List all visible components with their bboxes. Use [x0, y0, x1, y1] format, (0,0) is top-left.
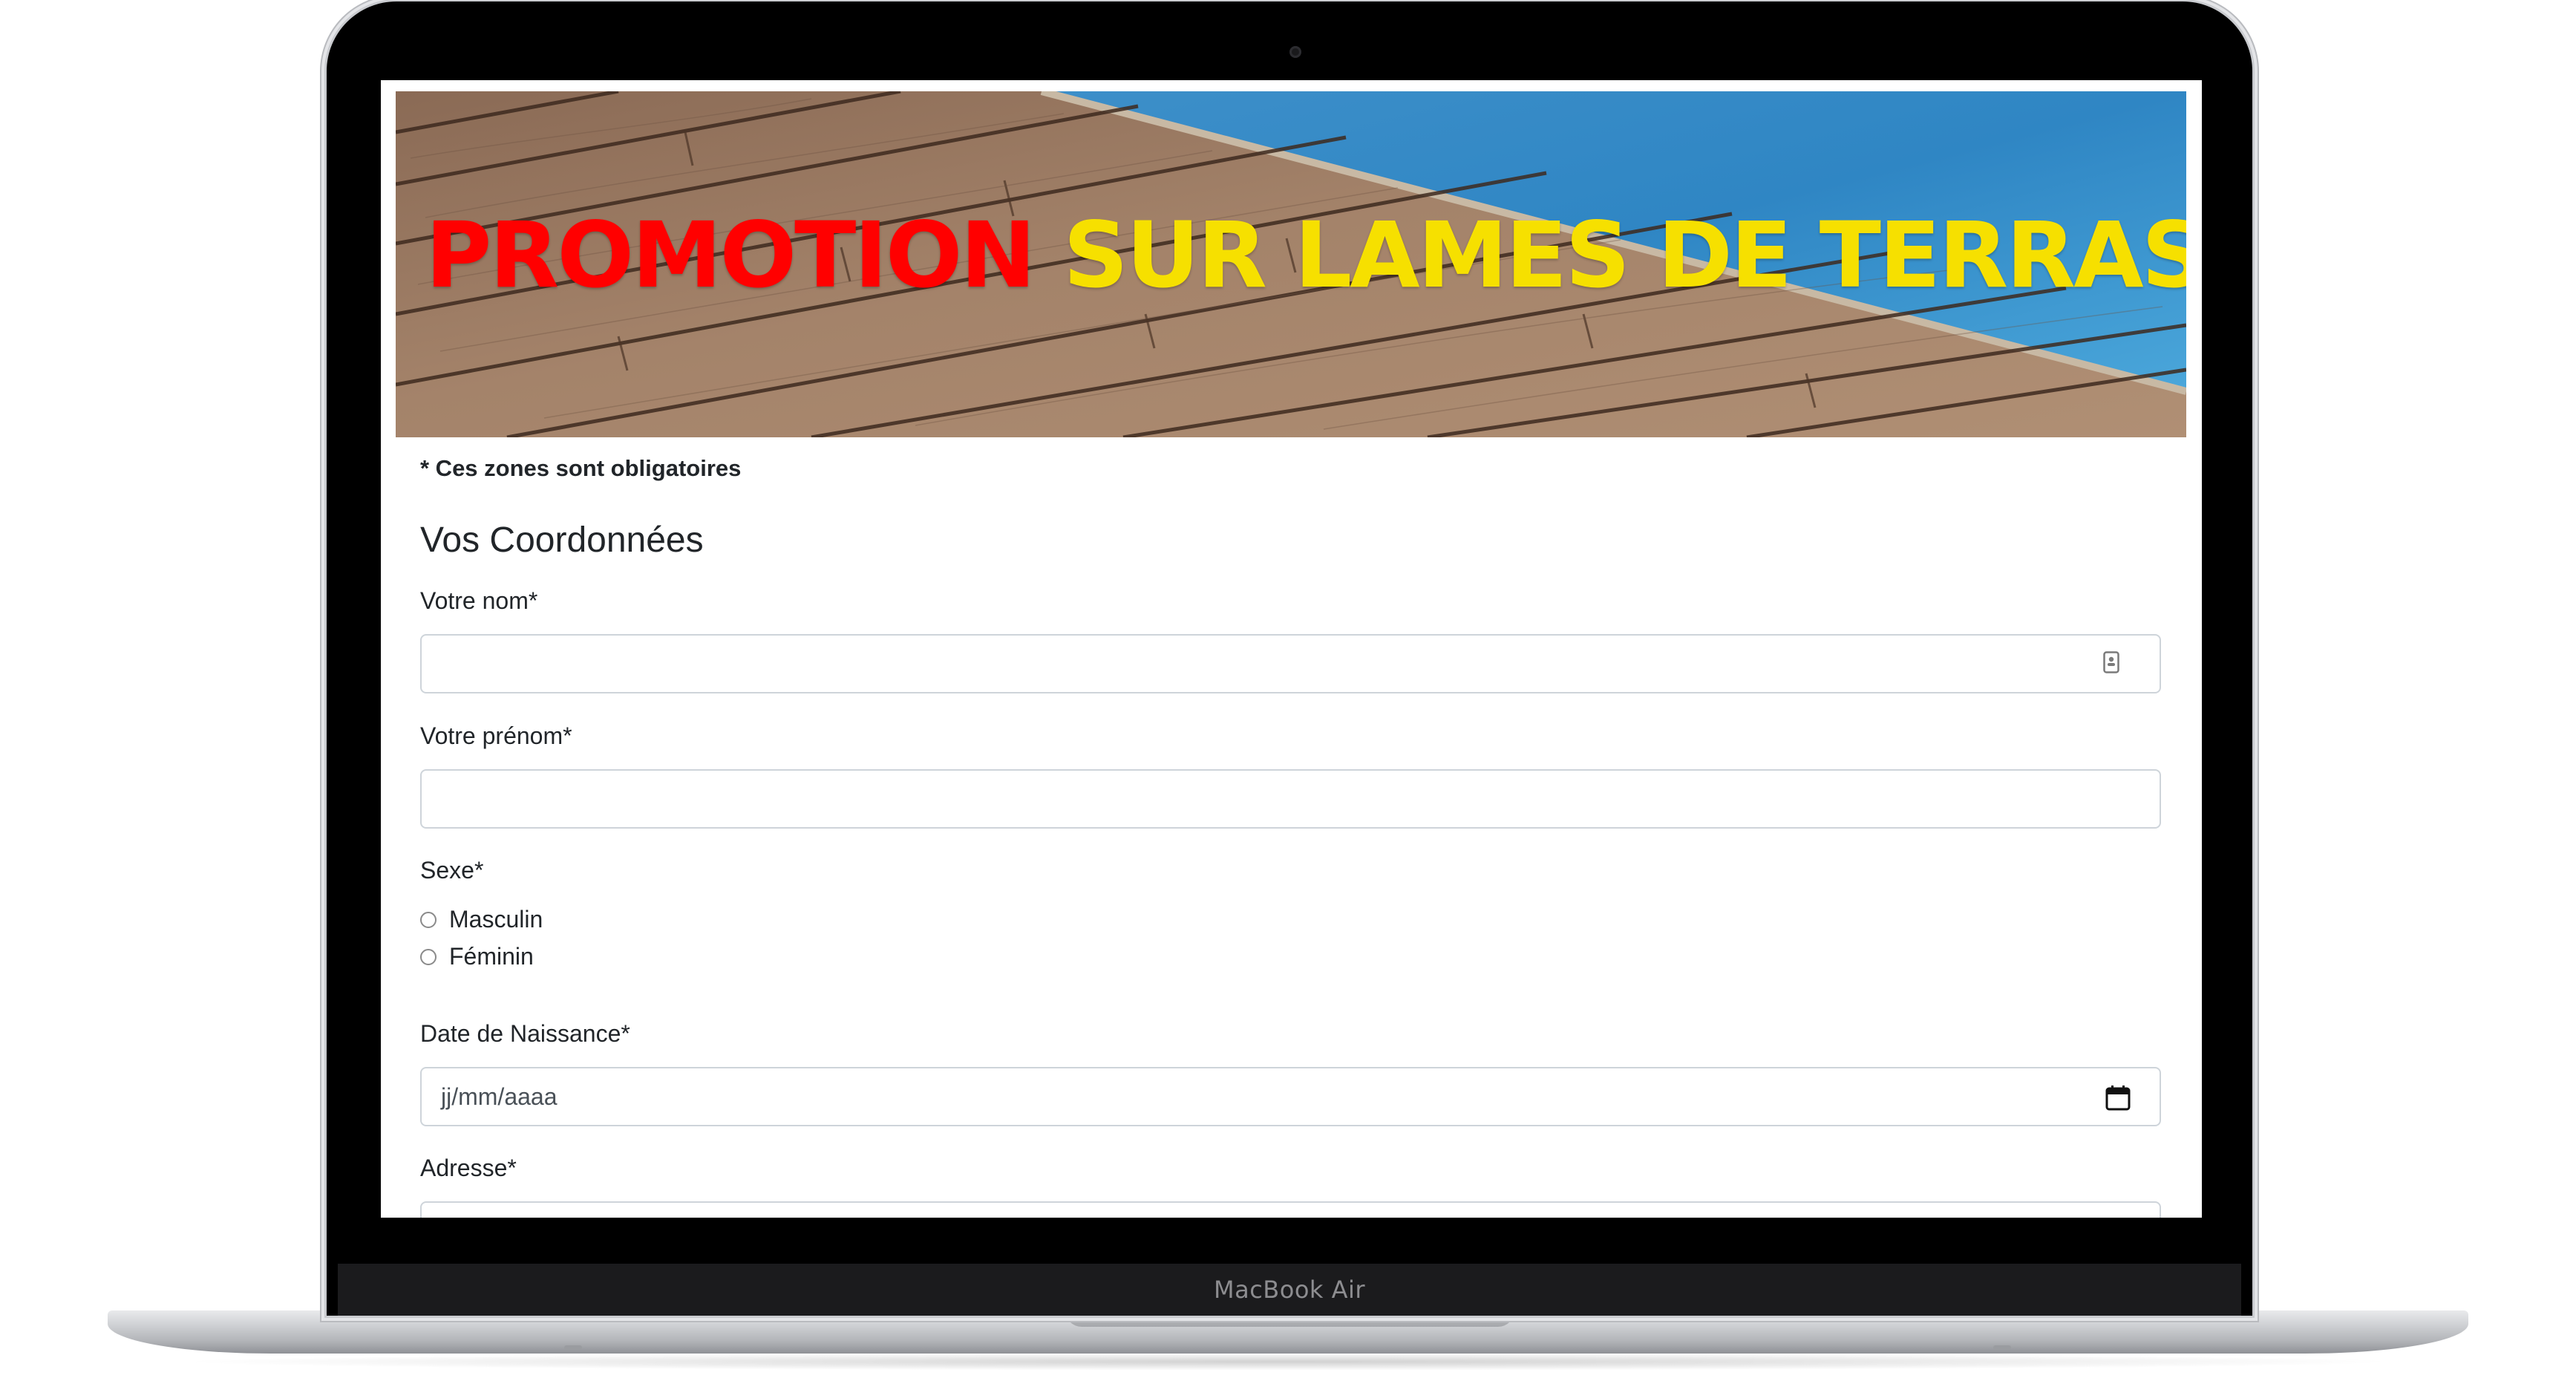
laptop-foot	[564, 1345, 582, 1350]
date-naissance-input[interactable]: jj/mm/aaaa	[420, 1067, 2161, 1126]
radio-label: Masculin	[449, 906, 543, 933]
radio-button[interactable]	[420, 911, 437, 928]
radio-label: Féminin	[449, 943, 534, 970]
radio-button[interactable]	[420, 948, 437, 965]
camera-icon	[1289, 46, 1301, 58]
banner-title: PROMOTION SUR LAMES DE TERRASSE	[425, 210, 2186, 301]
adresse-label: Adresse*	[420, 1155, 517, 1181]
radio-option-feminin[interactable]: Féminin	[420, 943, 534, 970]
prenom-label: Votre prénom*	[420, 722, 572, 749]
banner-title-red: PROMOTION	[425, 203, 1036, 308]
sexe-label: Sexe*	[420, 857, 484, 884]
required-note: * Ces zones sont obligatoires	[420, 455, 742, 481]
nom-label: Votre nom*	[420, 587, 538, 614]
section-title: Vos Coordonnées	[420, 520, 704, 560]
laptop-foot	[1993, 1345, 2011, 1350]
radio-option-masculin[interactable]: Masculin	[420, 906, 543, 933]
promo-banner: PROMOTION SUR LAMES DE TERRASSE	[396, 91, 2186, 437]
nom-input[interactable]	[420, 634, 2161, 693]
adresse-input[interactable]	[420, 1201, 2161, 1218]
nom-field-wrapper	[420, 634, 2161, 693]
prenom-input[interactable]	[420, 769, 2161, 829]
browser-viewport[interactable]: PROMOTION SUR LAMES DE TERRASSE * Ces zo…	[381, 80, 2202, 1218]
calendar-icon[interactable]	[2103, 1083, 2133, 1113]
device-brand-label: MacBook Air	[1213, 1276, 1366, 1304]
date-placeholder: jj/mm/aaaa	[441, 1083, 558, 1110]
naissance-label: Date de Naissance*	[420, 1020, 630, 1047]
banner-title-yellow: SUR LAMES DE TERRASSE	[1063, 203, 2186, 308]
laptop-shadow	[171, 1353, 2405, 1371]
contact-card-icon[interactable]	[2103, 651, 2119, 673]
